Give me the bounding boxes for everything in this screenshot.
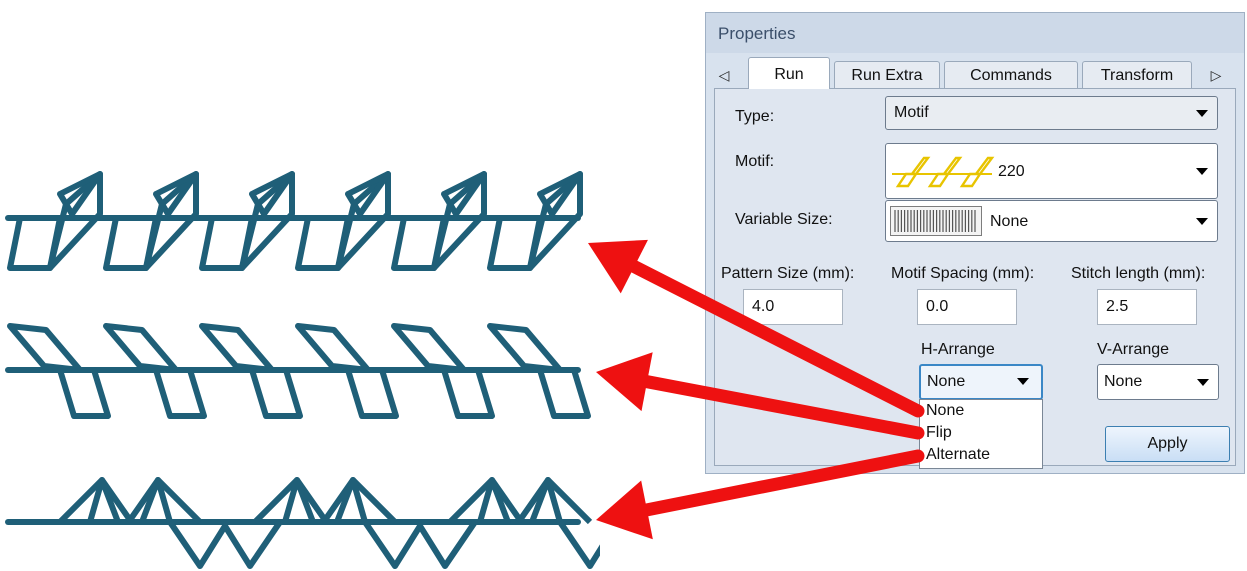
motif-stitch (199, 323, 275, 373)
v-arrange-select-value: None (1104, 373, 1143, 390)
motif-stitch (153, 367, 207, 419)
motif-stitch (7, 323, 83, 373)
h-arrange-select[interactable]: None (919, 364, 1043, 400)
type-select-value: Motif (894, 104, 929, 121)
h-arrange-option-flip[interactable]: Flip (920, 422, 1042, 444)
motif-select-value: 220 (998, 163, 1025, 180)
h-arrange-option-none[interactable]: None (920, 400, 1042, 422)
pattern-preview-alternate (5, 477, 600, 569)
motif-spacing-input[interactable]: 0.0 (917, 289, 1017, 325)
h-arrange-option-alternate[interactable]: Alternate (920, 444, 1042, 466)
motif-stitch (57, 367, 111, 419)
apply-button[interactable]: Apply (1105, 426, 1230, 462)
motif-preview-icon (892, 156, 995, 188)
tab-run-extra[interactable]: Run Extra (834, 61, 940, 89)
chevron-down-icon (1196, 168, 1208, 175)
v-arrange-label: V-Arrange (1097, 341, 1170, 358)
stitch-length-label: Stitch length (mm): (1071, 265, 1206, 282)
motif-stitch (295, 323, 371, 373)
red-arrow-head (596, 352, 653, 412)
tab-transform[interactable]: Transform (1082, 61, 1192, 89)
red-arrow-head (596, 480, 653, 540)
chevron-down-icon (1017, 378, 1029, 385)
motif-stitch (252, 477, 398, 525)
pattern-size-label: Pattern Size (mm): (721, 265, 855, 282)
motif-spacing-label: Motif Spacing (mm): (891, 265, 1035, 282)
chevron-down-icon (1196, 110, 1208, 117)
pattern-preview-flip (5, 323, 591, 419)
motif-label: Motif: (735, 153, 775, 170)
motif-stitch (103, 323, 179, 373)
motif-stitch (441, 367, 495, 419)
pattern-illustrations (5, 171, 600, 569)
motif-stitch (249, 367, 303, 419)
motif-stitch (391, 323, 467, 373)
variable-size-preview-icon (890, 206, 982, 236)
motif-select[interactable]: 220 (885, 143, 1218, 199)
chevron-down-icon (1196, 218, 1208, 225)
motif-stitch (487, 323, 563, 373)
variable-size-select[interactable]: None (885, 200, 1218, 242)
motif-stitch (345, 367, 399, 419)
motif-stitch (537, 367, 591, 419)
h-arrange-dropdown-list: None Flip Alternate (919, 399, 1043, 469)
tab-scroll-left-icon[interactable]: ◁ (714, 63, 734, 87)
motif-stitch (167, 520, 283, 569)
pattern-preview-none (5, 171, 583, 271)
v-arrange-select[interactable]: None (1097, 364, 1219, 400)
pattern-size-input[interactable]: 4.0 (743, 289, 843, 325)
motif-stitch (362, 520, 478, 569)
panel-title: Properties (706, 13, 1244, 53)
h-arrange-label: H-Arrange (921, 341, 995, 358)
h-arrange-select-value: None (927, 373, 966, 390)
stitch-length-input[interactable]: 2.5 (1097, 289, 1197, 325)
tab-run[interactable]: Run (748, 57, 830, 89)
tab-scroll-right-icon[interactable]: ▷ (1206, 63, 1226, 87)
motif-stitch (57, 477, 203, 525)
tab-commands[interactable]: Commands (944, 61, 1078, 89)
variable-size-label: Variable Size: (735, 211, 833, 228)
motif-stitch (447, 477, 593, 525)
chevron-down-icon (1197, 379, 1209, 386)
variable-size-select-value: None (990, 213, 1029, 230)
type-label: Type: (735, 108, 775, 125)
type-select[interactable]: Motif (885, 96, 1218, 130)
motif-stitch (557, 520, 600, 569)
